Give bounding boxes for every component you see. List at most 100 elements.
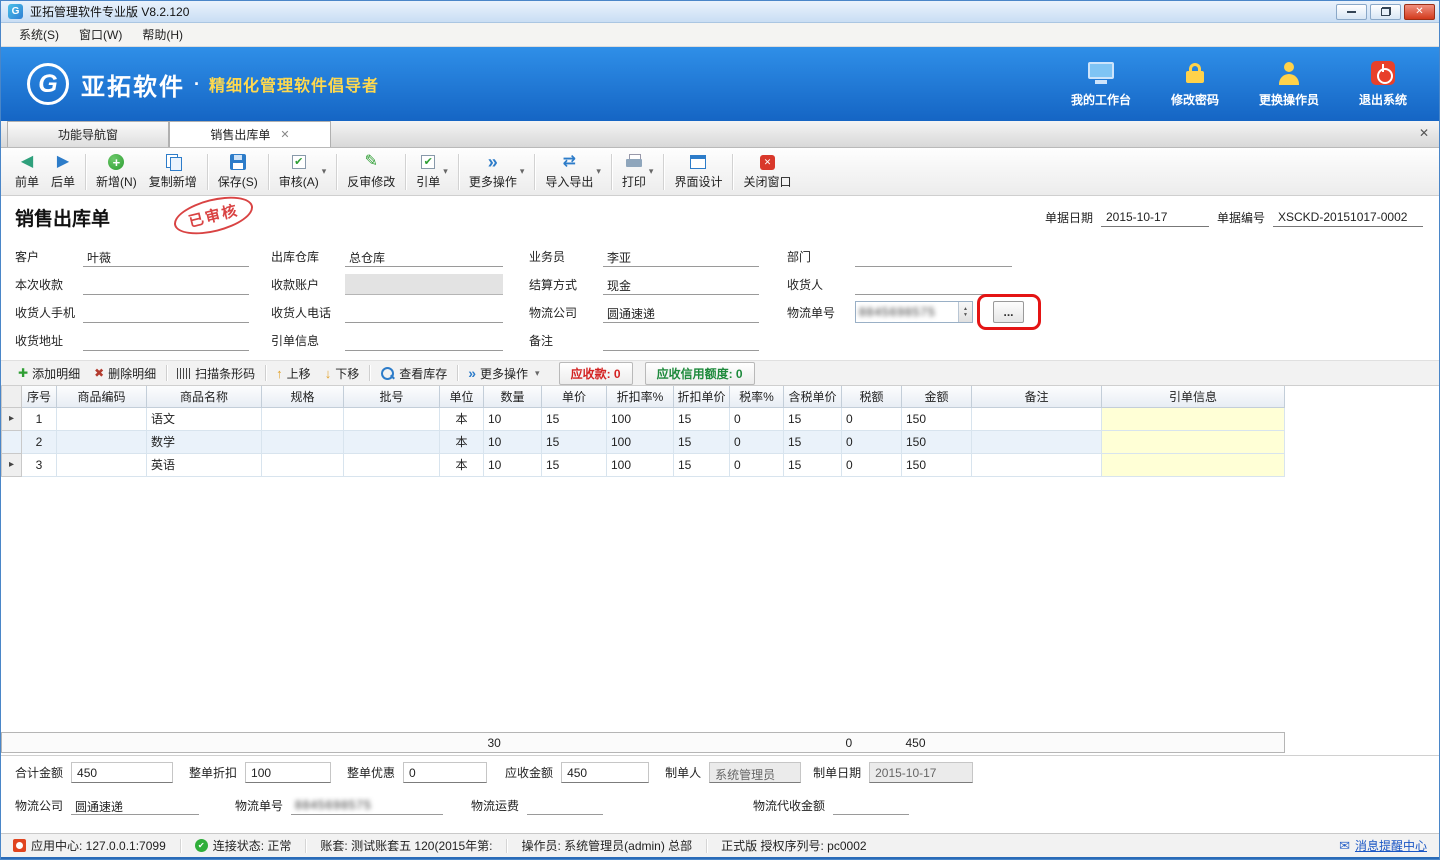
table-cell[interactable]: 0 xyxy=(842,407,902,430)
table-cell[interactable] xyxy=(972,430,1102,453)
column-header[interactable]: 数量 xyxy=(484,386,542,407)
save-button[interactable]: 保存(S) xyxy=(212,151,264,192)
table-cell[interactable]: 1 xyxy=(22,407,57,430)
table-cell[interactable]: 语文 xyxy=(147,407,262,430)
ui-design-button[interactable]: 界面设计 xyxy=(668,151,728,192)
credit-limit-badge[interactable]: 应收信用额度: 0 xyxy=(645,362,755,385)
table-cell[interactable]: 10 xyxy=(484,407,542,430)
table-cell[interactable] xyxy=(57,407,147,430)
footer-logistics-company-field[interactable]: 圆通速递 xyxy=(71,796,199,815)
table-cell[interactable]: 150 xyxy=(902,453,972,476)
column-header[interactable]: 税率% xyxy=(730,386,784,407)
table-cell[interactable]: 0 xyxy=(842,453,902,476)
close-button[interactable]: ✕ xyxy=(1404,4,1435,20)
logistics-no-browse-button[interactable]: ... xyxy=(993,301,1024,323)
column-header[interactable]: 单价 xyxy=(542,386,607,407)
table-cell[interactable]: 15 xyxy=(542,407,607,430)
table-cell[interactable]: 0 xyxy=(730,407,784,430)
tabstrip-close-icon[interactable]: ✕ xyxy=(1419,126,1429,140)
column-header[interactable]: 金额 xyxy=(902,386,972,407)
tab-nav-window[interactable]: 功能导航窗 xyxy=(7,121,169,147)
table-cell[interactable]: 15 xyxy=(674,407,730,430)
detail-more-actions-button[interactable]: »更多操作▾ xyxy=(461,363,546,384)
table-cell[interactable]: 15 xyxy=(542,430,607,453)
table-cell[interactable]: 15 xyxy=(784,430,842,453)
cod-amount-field[interactable] xyxy=(833,796,909,815)
table-row[interactable]: ▸3英语本1015100150150150 xyxy=(2,453,1285,476)
department-field[interactable] xyxy=(855,246,1012,267)
table-cell[interactable] xyxy=(1102,453,1285,476)
column-header[interactable]: 商品名称 xyxy=(147,386,262,407)
table-cell[interactable] xyxy=(262,430,344,453)
table-cell[interactable]: 150 xyxy=(902,407,972,430)
add-line-button[interactable]: ✚添加明细 xyxy=(11,363,87,384)
column-header[interactable]: 折扣率% xyxy=(607,386,674,407)
table-cell[interactable]: 100 xyxy=(607,430,674,453)
add-new-button[interactable]: +新增(N) xyxy=(90,151,143,192)
table-cell[interactable] xyxy=(262,453,344,476)
order-discount-field[interactable]: 100 xyxy=(245,762,331,783)
logistics-company-field[interactable]: 圆通速递 xyxy=(603,302,759,323)
close-window-button[interactable]: ✕关闭窗口 xyxy=(737,151,797,192)
menu-window[interactable]: 窗口(W) xyxy=(69,23,132,46)
more-actions-button[interactable]: »更多操作▾ xyxy=(463,151,531,192)
pull-doc-button[interactable]: ✔引单▾ xyxy=(410,151,454,192)
table-cell[interactable]: 10 xyxy=(484,453,542,476)
doc-no-field[interactable]: XSCKD-20151017-0002 xyxy=(1273,208,1423,227)
change-password-button[interactable]: 修改密码 xyxy=(1163,60,1227,108)
order-promo-field[interactable]: 0 xyxy=(403,762,487,783)
print-button[interactable]: 打印▾ xyxy=(616,151,660,192)
move-up-button[interactable]: ↑上移 xyxy=(269,363,318,384)
table-cell[interactable]: 英语 xyxy=(147,453,262,476)
ref-info-field[interactable] xyxy=(345,330,503,351)
receivable-amount-field[interactable]: 450 xyxy=(561,762,649,783)
restore-button[interactable] xyxy=(1370,4,1401,20)
table-cell[interactable]: 2 xyxy=(22,430,57,453)
table-cell[interactable]: 100 xyxy=(607,407,674,430)
workbench-button[interactable]: 我的工作台 xyxy=(1069,60,1133,108)
column-header[interactable]: 序号 xyxy=(22,386,57,407)
table-cell[interactable]: 15 xyxy=(674,430,730,453)
menu-system[interactable]: 系统(S) xyxy=(9,23,69,46)
table-cell[interactable]: 本 xyxy=(440,453,484,476)
next-doc-button[interactable]: ▶后单 xyxy=(45,151,81,192)
payment-field[interactable] xyxy=(83,274,249,295)
table-cell[interactable] xyxy=(344,453,440,476)
remark-field[interactable] xyxy=(603,330,759,351)
table-cell[interactable] xyxy=(57,430,147,453)
footer-logistics-no-field[interactable]: 8845698575 xyxy=(291,796,443,815)
import-export-button[interactable]: ⇄导入导出▾ xyxy=(539,151,607,192)
doc-date-field[interactable]: 2015-10-17 xyxy=(1101,208,1209,227)
table-cell[interactable] xyxy=(57,453,147,476)
spinner-icon[interactable]: ▲▼ xyxy=(958,302,972,322)
warehouse-field[interactable]: 总仓库 xyxy=(345,246,503,267)
consignee-mobile-field[interactable] xyxy=(83,302,249,323)
settlement-field[interactable]: 现金 xyxy=(603,274,759,295)
table-cell[interactable]: 150 xyxy=(902,430,972,453)
table-cell[interactable] xyxy=(344,407,440,430)
table-cell[interactable]: 3 xyxy=(22,453,57,476)
move-down-button[interactable]: ↓下移 xyxy=(318,363,367,384)
table-cell[interactable]: 本 xyxy=(440,407,484,430)
table-row[interactable]: 2数学本1015100150150150 xyxy=(2,430,1285,453)
logistics-no-field[interactable]: 8845698575 ▲▼ xyxy=(855,301,973,323)
consignee-field[interactable] xyxy=(855,274,1012,295)
table-cell[interactable]: 15 xyxy=(784,407,842,430)
consignee-phone-field[interactable] xyxy=(345,302,503,323)
receivable-badge[interactable]: 应收款: 0 xyxy=(559,362,633,385)
view-stock-button[interactable]: 查看库存 xyxy=(373,363,454,384)
column-header[interactable]: 批号 xyxy=(344,386,440,407)
menu-help[interactable]: 帮助(H) xyxy=(132,23,193,46)
delete-line-button[interactable]: ✖删除明细 xyxy=(87,363,163,384)
table-cell[interactable] xyxy=(972,407,1102,430)
table-cell[interactable] xyxy=(344,430,440,453)
scan-barcode-button[interactable]: 扫描条形码 xyxy=(170,363,262,384)
message-center-link[interactable]: ✉ 消息提醒中心 xyxy=(1339,837,1427,854)
copy-new-button[interactable]: 复制新增 xyxy=(143,151,203,192)
table-cell[interactable]: 0 xyxy=(730,453,784,476)
exit-system-button[interactable]: 退出系统 xyxy=(1351,60,1415,108)
freight-field[interactable] xyxy=(527,796,603,815)
table-cell[interactable]: 0 xyxy=(730,430,784,453)
table-cell[interactable]: 15 xyxy=(784,453,842,476)
audit-button[interactable]: ✔审核(A)▾ xyxy=(273,151,333,192)
